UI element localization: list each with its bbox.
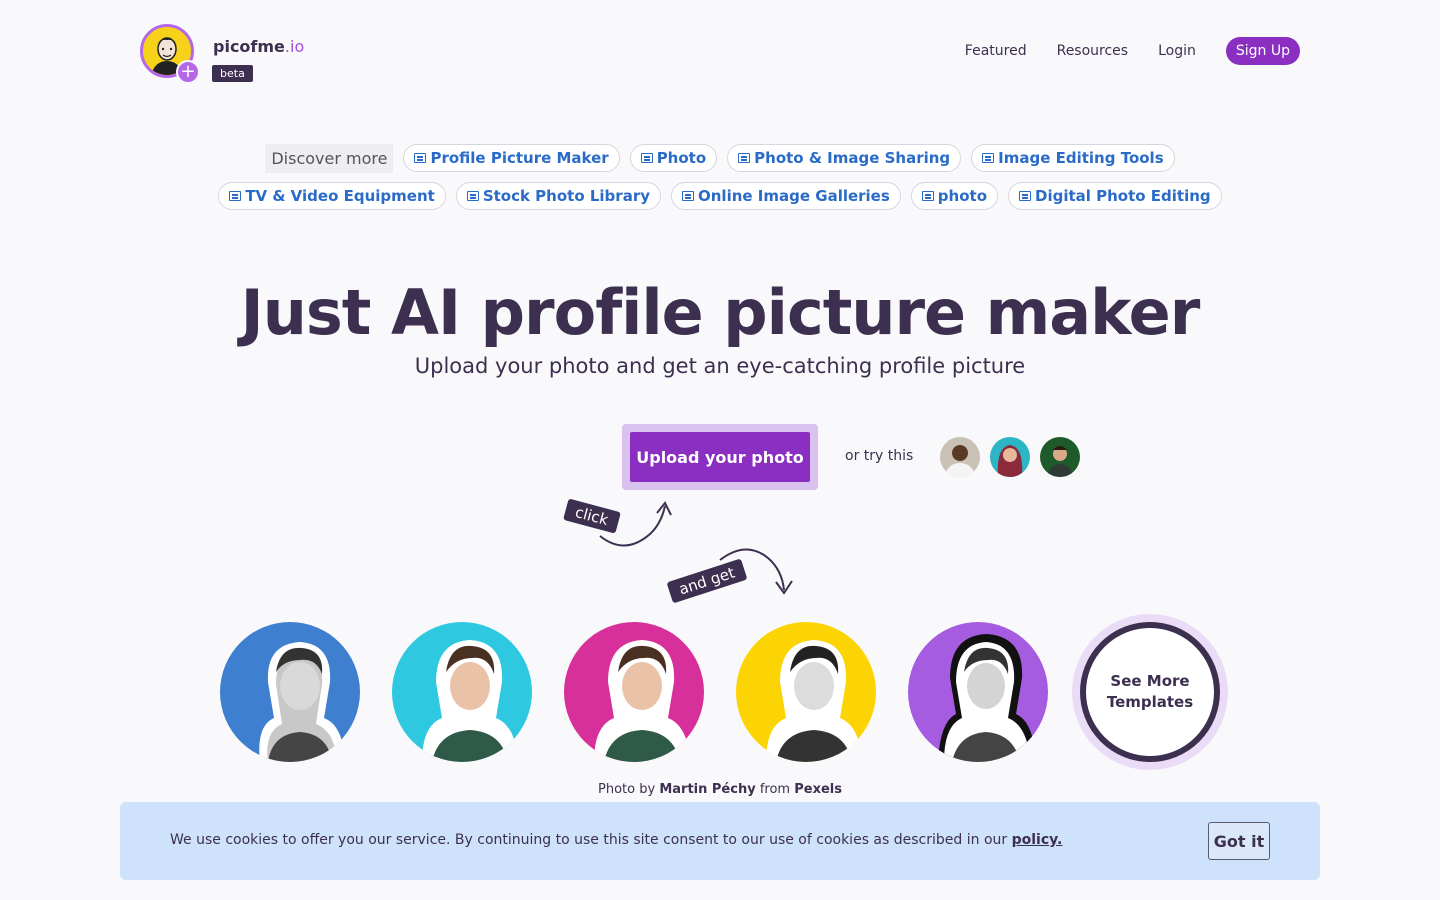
- logo[interactable]: +: [140, 24, 200, 84]
- cookie-text: We use cookies to offer you our service.…: [170, 832, 1063, 848]
- try-text: or try this: [845, 448, 914, 464]
- discover-more: Discover more Profile Picture Maker Phot…: [0, 144, 1440, 219]
- discover-label: Discover more: [265, 144, 394, 173]
- article-icon: [738, 153, 751, 163]
- article-icon: [229, 191, 242, 201]
- template-yellow[interactable]: [736, 622, 876, 762]
- chip-photo-lower[interactable]: photo: [910, 182, 998, 210]
- chip-digital-photo-editing[interactable]: Digital Photo Editing: [1008, 182, 1222, 210]
- template-purple[interactable]: [908, 622, 1048, 762]
- article-icon: [1019, 191, 1031, 201]
- page-subtitle: Upload your photo and get an eye-catchin…: [414, 354, 1026, 378]
- plus-icon: +: [176, 60, 200, 84]
- chip-profile-picture-maker[interactable]: Profile Picture Maker: [403, 144, 620, 172]
- see-more-label: See More Templates: [1080, 622, 1220, 762]
- template-portrait-icon: [564, 622, 704, 762]
- credit-source-link[interactable]: Pexels: [794, 782, 842, 797]
- sample-person-icon: [990, 437, 1030, 477]
- template-blue[interactable]: [220, 622, 360, 762]
- beta-badge: beta: [212, 65, 253, 82]
- signup-button[interactable]: Sign Up: [1225, 37, 1300, 65]
- article-icon: [982, 153, 995, 163]
- cookie-accept-button[interactable]: Got it: [1208, 822, 1270, 860]
- template-pink[interactable]: [564, 622, 704, 762]
- main-nav: Featured Resources Login Sign Up: [935, 37, 1300, 65]
- photo-credit: Photo by Martin Péchy from Pexels: [598, 782, 842, 797]
- chip-online-image-galleries[interactable]: Online Image Galleries: [671, 182, 901, 210]
- template-cyan[interactable]: [392, 622, 532, 762]
- see-more-templates[interactable]: See More Templates: [1072, 614, 1228, 770]
- chip-photo[interactable]: Photo: [629, 144, 718, 172]
- cookie-banner: We use cookies to offer you our service.…: [120, 802, 1320, 880]
- sample-photo-1[interactable]: [940, 437, 980, 477]
- discover-row-2: TV & Video Equipment Stock Photo Library…: [0, 182, 1440, 210]
- nav-resources[interactable]: Resources: [1057, 43, 1129, 59]
- upload-container: Upload your photo: [622, 424, 818, 490]
- template-portrait-icon: [220, 622, 360, 762]
- site-header: + picofme.io beta Featured Resources Log…: [140, 24, 1300, 88]
- cookie-policy-link[interactable]: policy.: [1012, 832, 1063, 848]
- sample-person-icon: [940, 437, 980, 477]
- sample-person-icon: [1040, 437, 1080, 477]
- sample-photo-3[interactable]: [1040, 437, 1080, 477]
- curved-arrow-up-icon: [599, 501, 672, 547]
- chip-stock-photo-library[interactable]: Stock Photo Library: [455, 182, 661, 210]
- nav-featured[interactable]: Featured: [965, 43, 1027, 59]
- article-icon: [640, 153, 653, 163]
- article-icon: [414, 153, 427, 163]
- template-portrait-icon: [392, 622, 532, 762]
- upload-photo-button[interactable]: Upload your photo: [630, 432, 810, 482]
- article-icon: [921, 191, 934, 201]
- brand-name[interactable]: picofme.io: [213, 37, 304, 56]
- article-icon: [466, 191, 479, 201]
- curved-arrow-down-icon: [719, 548, 793, 595]
- template-portrait-icon: [908, 622, 1048, 762]
- page-title: Just AI profile picture maker: [240, 276, 1201, 349]
- credit-author-link[interactable]: Martin Péchy: [659, 782, 755, 797]
- chip-image-editing-tools[interactable]: Image Editing Tools: [971, 144, 1175, 172]
- article-icon: [682, 191, 694, 201]
- chip-tv-video-equipment[interactable]: TV & Video Equipment: [218, 182, 446, 210]
- template-portrait-icon: [736, 622, 876, 762]
- chip-photo-image-sharing[interactable]: Photo & Image Sharing: [727, 144, 962, 172]
- nav-login[interactable]: Login: [1158, 43, 1196, 59]
- discover-row-1: Discover more Profile Picture Maker Phot…: [0, 144, 1440, 173]
- sample-photo-2[interactable]: [990, 437, 1030, 477]
